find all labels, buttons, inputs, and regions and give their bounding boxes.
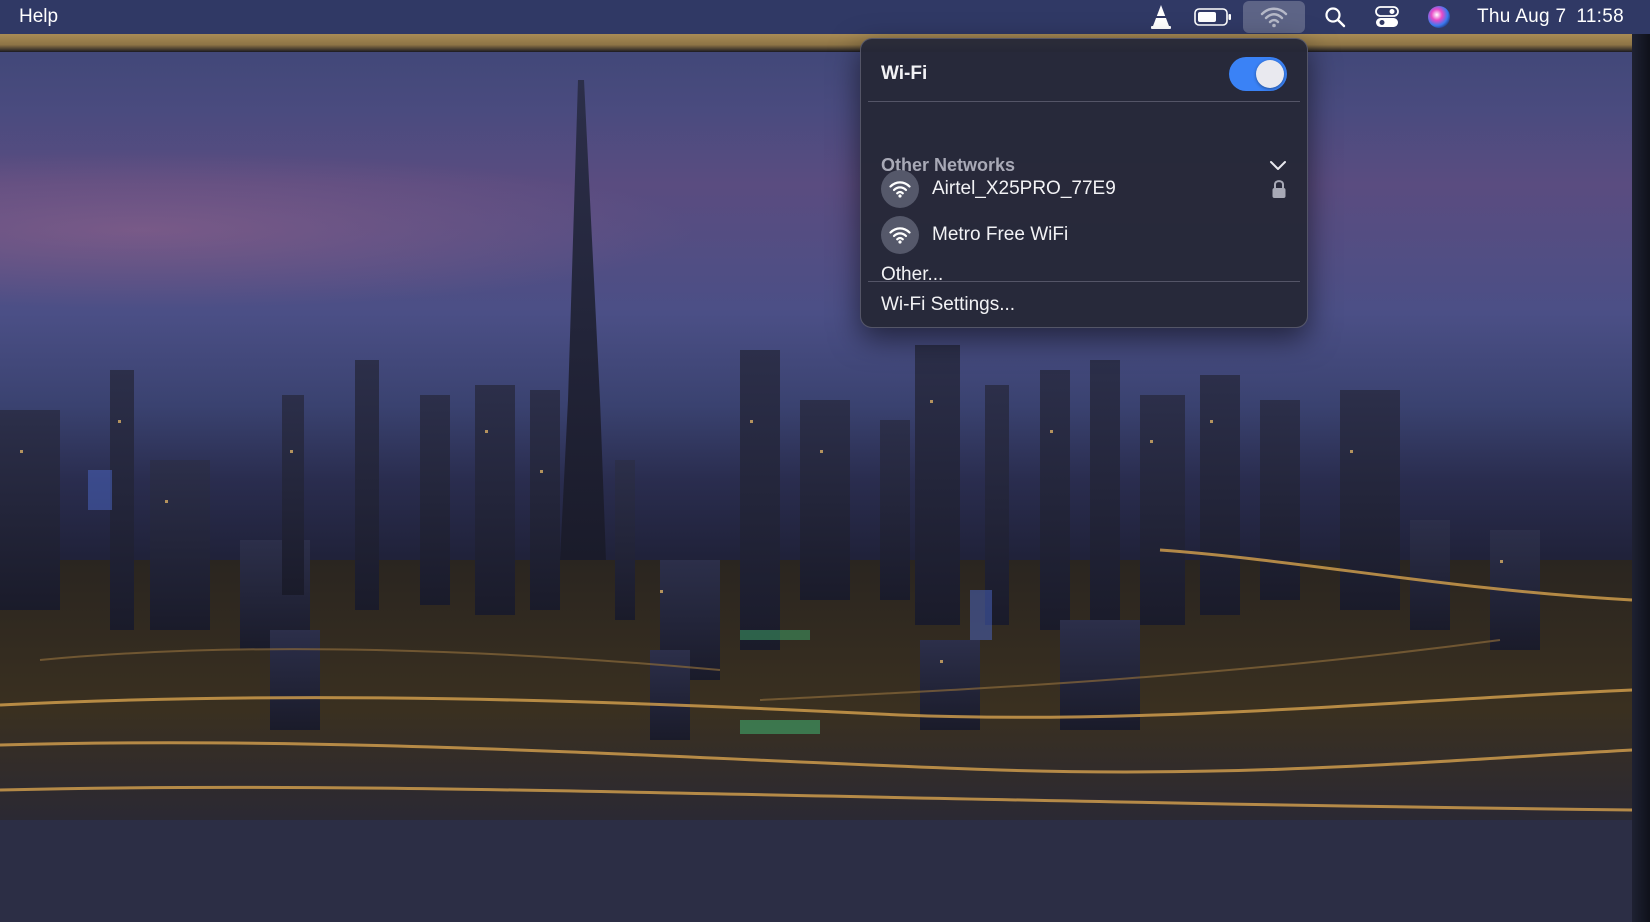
network-item-airtel[interactable]: Airtel_X25PRO_77E9 xyxy=(881,167,1287,211)
wifi-menu-panel: Wi-Fi Other Networks Airtel_X25PRO_77E9 xyxy=(860,38,1308,328)
clock-time: 11:58 xyxy=(1576,6,1624,27)
network-name: Airtel_X25PRO_77E9 xyxy=(932,178,1116,199)
other-network-item[interactable]: Other... xyxy=(881,259,1287,291)
divider-top xyxy=(868,101,1300,102)
wifi-signal-icon xyxy=(889,227,911,244)
desktop-wallpaper xyxy=(0,0,1650,922)
spotlight-search-icon[interactable] xyxy=(1309,0,1361,34)
battery-icon[interactable] xyxy=(1187,0,1239,34)
menu-bar-clock[interactable]: Thu Aug 7 11:58 xyxy=(1465,0,1650,34)
divider-bottom xyxy=(868,281,1300,282)
siri-icon[interactable] xyxy=(1413,0,1465,34)
network-name: Metro Free WiFi xyxy=(932,224,1069,245)
window-right-edge xyxy=(1632,34,1650,922)
clock-date: Thu Aug 7 xyxy=(1477,6,1567,27)
wifi-toggle[interactable] xyxy=(1229,57,1287,91)
wifi-settings-item[interactable]: Wi-Fi Settings... xyxy=(881,289,1287,321)
vlc-cone-icon[interactable] xyxy=(1135,0,1187,34)
network-signal-badge xyxy=(881,170,919,208)
help-menu[interactable]: Help xyxy=(19,0,58,34)
wifi-header: Wi-Fi xyxy=(881,51,1287,97)
window-top-border xyxy=(0,34,1632,52)
wifi-signal-icon xyxy=(889,181,911,198)
wifi-title: Wi-Fi xyxy=(881,63,928,84)
wifi-icon[interactable] xyxy=(1243,1,1306,33)
wifi-toggle-knob xyxy=(1256,60,1284,88)
network-signal-badge xyxy=(881,216,919,254)
lock-icon xyxy=(1272,180,1286,198)
menu-bar-right: Thu Aug 7 11:58 xyxy=(1135,0,1650,34)
network-item-metro[interactable]: Metro Free WiFi xyxy=(881,213,1287,257)
menu-bar-left: Help xyxy=(0,0,58,34)
city-skyline-image xyxy=(0,80,1633,922)
menu-bar: Help Thu Aug 7 11:58 xyxy=(0,0,1650,34)
control-center-icon[interactable] xyxy=(1361,0,1413,34)
